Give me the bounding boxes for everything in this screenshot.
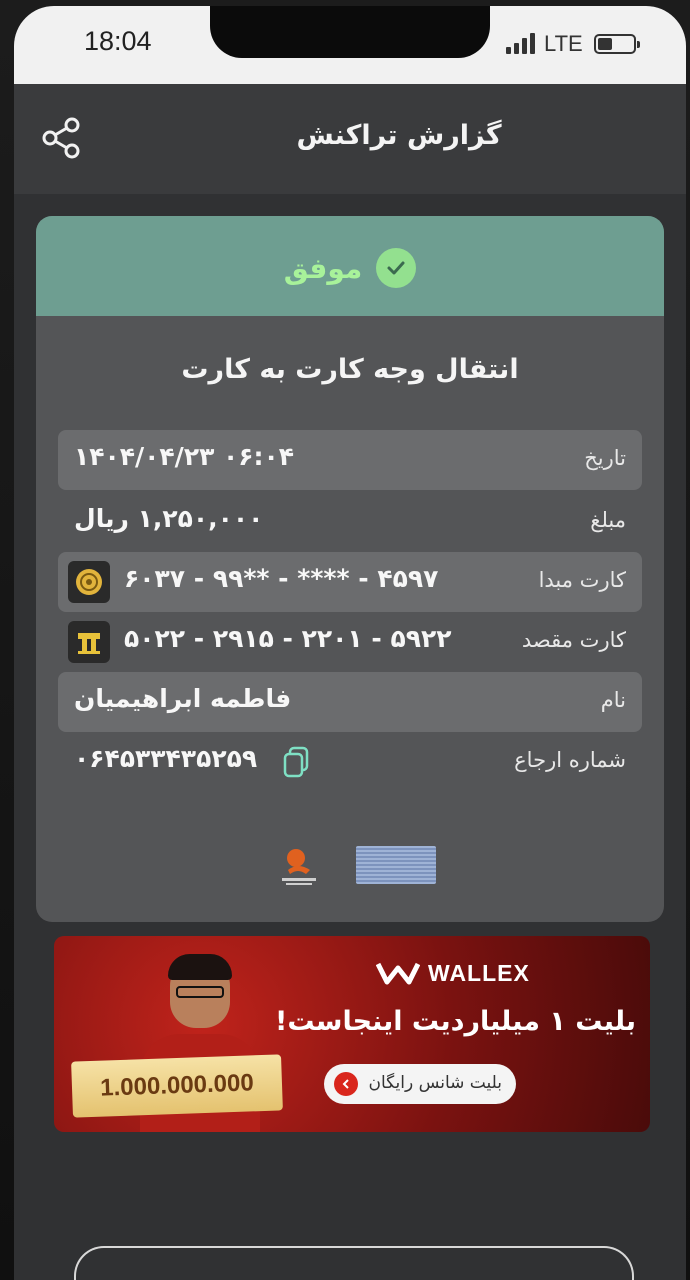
destination-card-number: ۵۰۲۲ - ۲۹۱۵ - ۲۲۰۱ - ۵۹۲۲ (124, 624, 452, 653)
row-label: شماره ارجاع (514, 748, 626, 772)
row-label: کارت مقصد (521, 628, 626, 652)
status-time: 18:04 (84, 26, 152, 56)
amount-value: ۱,۲۵۰,۰۰۰ ریال (74, 504, 264, 533)
transaction-type: انتقال وجه کارت به کارت (181, 354, 519, 385)
notch (210, 6, 490, 58)
row-reference: شماره ارجاع ۰۶۴۵۳۳۴۳۵۲۵۹ (58, 732, 642, 792)
screen: 18:04 LTE گزارش تراکنش موفق انتقال وجه ک… (14, 6, 686, 1280)
row-label: نام (600, 688, 626, 712)
partner-logo-icon (276, 844, 322, 888)
reference-number: ۰۶۴۵۳۳۴۳۵۲۵۹ (74, 744, 258, 773)
copy-icon[interactable] (282, 746, 310, 778)
check-circle-icon (376, 248, 417, 288)
wallex-ad-banner[interactable]: 1.000.000.000 WALLEX بلیت ۱ میلیاردیت ای… (54, 936, 650, 1132)
recipient-name: فاطمه ابراهیمیان (74, 684, 292, 713)
banner-headline: بلیت ۱ میلیاردیت اینجاست! (275, 1006, 636, 1037)
row-name: نام فاطمه ابراهیمیان (58, 672, 642, 732)
row-label: تاریخ (584, 446, 626, 470)
source-bank-logo-icon (68, 561, 110, 603)
status-bar: 18:04 LTE (14, 6, 686, 84)
bottom-action-bar[interactable] (74, 1246, 634, 1280)
battery-icon (594, 34, 640, 54)
signal-icon (506, 32, 538, 54)
prize-amount: 1.000.000.000 (99, 1069, 255, 1102)
status-text: موفق (283, 251, 363, 285)
row-source-card: کارت مبدا ۶۰۳۷ - ۹۹** - **** - ۴۵۹۷ (58, 552, 642, 612)
row-label: مبلغ (590, 508, 626, 532)
network-label: LTE (544, 31, 583, 56)
phone-frame: 18:04 LTE گزارش تراکنش موفق انتقال وجه ک… (0, 0, 690, 1280)
destination-bank-logo-icon (68, 621, 110, 663)
source-card-number: ۶۰۳۷ - ۹۹** - **** - ۴۵۹۷ (124, 564, 439, 593)
chevron-left-icon (334, 1072, 358, 1096)
wallex-logo-icon (376, 962, 420, 985)
row-date: تاریخ ۱۴۰۴/۰۴/۲۳ ۰۶:۰۴ (58, 430, 642, 490)
status-group: موفق (36, 248, 664, 288)
partner-logos (276, 844, 456, 888)
page-title: گزارش تراکنش (296, 120, 502, 151)
app-header: گزارش تراکنش (14, 84, 686, 194)
wallex-logo: WALLEX (376, 958, 530, 988)
date-value: ۱۴۰۴/۰۴/۲۳ ۰۶:۰۴ (74, 442, 295, 471)
free-ticket-button[interactable]: بلیت شانس رایگان (324, 1064, 516, 1104)
prize-card: 1.000.000.000 (71, 1054, 283, 1118)
shaparak-logo-icon (356, 846, 436, 884)
status-banner: موفق (36, 216, 664, 316)
cta-label: بلیت شانس رایگان (368, 1073, 502, 1093)
row-destination-card: کارت مقصد ۵۰۲۲ - ۲۹۱۵ - ۲۲۰۱ - ۵۹۲۲ (58, 612, 642, 672)
receipt-card: موفق انتقال وجه کارت به کارت تاریخ ۱۴۰۴/… (36, 216, 664, 922)
brand-name: WALLEX (428, 959, 530, 986)
row-amount: مبلغ ۱,۲۵۰,۰۰۰ ریال (58, 492, 642, 552)
row-label: کارت مبدا (538, 568, 626, 592)
